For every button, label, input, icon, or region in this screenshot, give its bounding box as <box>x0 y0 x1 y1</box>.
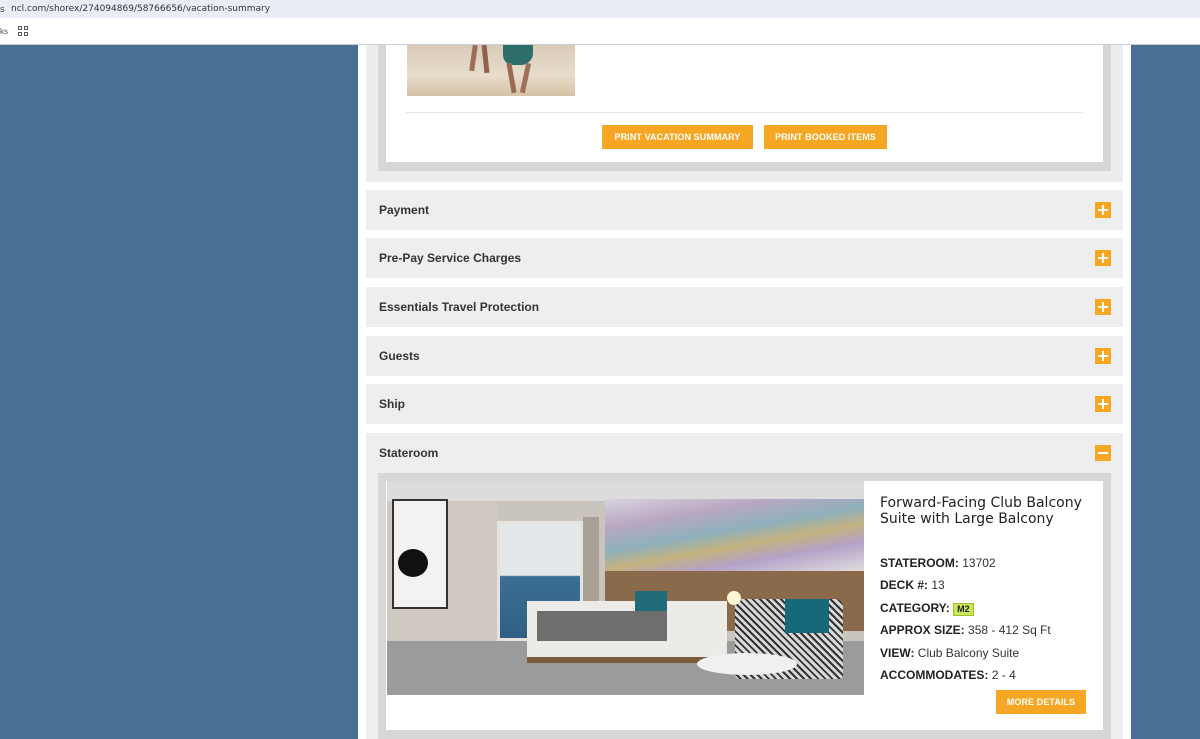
address-bar[interactable]: s ncl.com/shorex/274094869/58766656/vaca… <box>0 0 1200 18</box>
accommodates-value: 2 - 4 <box>991 667 1016 682</box>
print-vacation-summary-button[interactable]: PRINT VACATION SUMMARY <box>602 125 753 149</box>
accordion-payment[interactable]: Payment <box>366 190 1123 230</box>
summary-card-wrapper: PRINT VACATION SUMMARY PRINT BOOKED ITEM… <box>366 45 1123 182</box>
deck-value: 13 <box>931 578 945 593</box>
accordion-ship[interactable]: Ship <box>366 384 1123 424</box>
deck-row: DECK #: 13 <box>880 577 1095 599</box>
accordion-title: Pre-Pay Service Charges <box>379 251 522 265</box>
bookmarks-bar: ks <box>0 18 1200 45</box>
accommodates-label: ACCOMMODATES: <box>880 667 989 682</box>
accommodates-row: ACCOMMODATES: 2 - 4 <box>880 667 1095 689</box>
category-label: CATEGORY: <box>880 600 950 615</box>
accordion-guests[interactable]: Guests <box>366 336 1123 376</box>
stateroom-card: Forward-Facing Club Balcony Suite with L… <box>386 481 1103 730</box>
apps-grid-icon[interactable] <box>18 26 28 36</box>
plus-icon[interactable] <box>1095 250 1111 266</box>
stateroom-title: Forward-Facing Club Balcony Suite with L… <box>880 495 1082 527</box>
category-row: CATEGORY: M2 <box>880 600 1095 622</box>
bookmarks-label[interactable]: ks <box>0 27 8 36</box>
accordion-pre-pay-service-charges[interactable]: Pre-Pay Service Charges <box>366 238 1123 278</box>
accordion-essentials-travel-protection[interactable]: Essentials Travel Protection <box>366 287 1123 327</box>
stateroom-photo <box>387 481 864 695</box>
plus-icon[interactable] <box>1095 348 1111 364</box>
accordion-title: Stateroom <box>379 446 439 460</box>
beach-photo <box>407 45 575 96</box>
approx-size-label: APPROX SIZE: <box>880 623 965 638</box>
address-bar-lead: s <box>0 4 5 14</box>
more-details-button[interactable]: MORE DETAILS <box>996 690 1086 714</box>
category-badge: M2 <box>953 602 974 616</box>
url-text[interactable]: ncl.com/shorex/274094869/58766656/vacati… <box>11 4 270 14</box>
accordion-title: Guests <box>379 349 420 363</box>
stateroom-panel: Forward-Facing Club Balcony Suite with L… <box>366 473 1123 739</box>
plus-icon[interactable] <box>1095 202 1111 218</box>
accordion-title: Payment <box>379 203 430 217</box>
view-row: VIEW: Club Balcony Suite <box>880 645 1095 667</box>
approx-size-row: APPROX SIZE: 358 - 412 Sq Ft <box>880 622 1095 644</box>
accordion-title: Essentials Travel Protection <box>379 300 540 314</box>
summary-card-frame: PRINT VACATION SUMMARY PRINT BOOKED ITEM… <box>378 45 1111 171</box>
stateroom-frame: Forward-Facing Club Balcony Suite with L… <box>378 473 1111 739</box>
approx-size-value: 358 - 412 Sq Ft <box>968 623 1051 638</box>
stateroom-details: Forward-Facing Club Balcony Suite with L… <box>880 495 1095 689</box>
deck-label: DECK #: <box>880 578 929 593</box>
accordion-stateroom[interactable]: Stateroom <box>366 433 1123 473</box>
plus-icon[interactable] <box>1095 396 1111 412</box>
vacation-summary-page: PRINT VACATION SUMMARY PRINT BOOKED ITEM… <box>358 45 1131 739</box>
accordion-title: Ship <box>379 397 405 411</box>
divider <box>406 112 1083 113</box>
view-label: VIEW: <box>880 645 915 660</box>
summary-card: PRINT VACATION SUMMARY PRINT BOOKED ITEM… <box>386 45 1103 162</box>
minus-icon[interactable] <box>1095 445 1111 461</box>
print-booked-items-button[interactable]: PRINT BOOKED ITEMS <box>764 125 887 149</box>
view-value: Club Balcony Suite <box>917 645 1020 660</box>
stateroom-value: 13702 <box>962 556 996 570</box>
plus-icon[interactable] <box>1095 299 1111 315</box>
stateroom-number-row: STATEROOM: 13702 <box>880 555 1095 577</box>
stateroom-label: STATEROOM: <box>880 556 959 570</box>
